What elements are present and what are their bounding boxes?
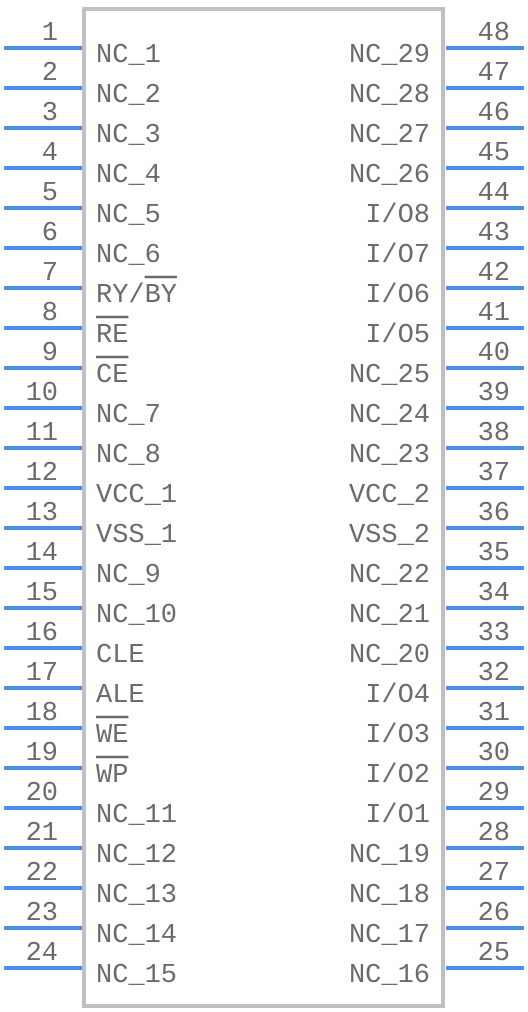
pin-name: NC_26 [349, 161, 430, 191]
pin-name: NC_6 [96, 241, 161, 271]
pin-name: NC_2 [96, 81, 161, 111]
pin-number: 28 [478, 819, 510, 849]
pin-number: 43 [478, 219, 510, 249]
pin-name: NC_16 [349, 961, 430, 991]
pin-name: NC_8 [96, 441, 161, 471]
pin-number: 33 [478, 619, 510, 649]
pin-name: CE [96, 361, 128, 391]
pin-number: 41 [478, 299, 510, 329]
pin-name: CLE [96, 641, 145, 671]
pin-number: 44 [478, 179, 510, 209]
pin-name: NC_12 [96, 841, 177, 871]
pin-number: 40 [478, 339, 510, 369]
pin-name: NC_24 [349, 401, 430, 431]
pin-number: 39 [478, 379, 510, 409]
pin-name: VCC_1 [96, 481, 177, 511]
pin-name: NC_4 [96, 161, 161, 191]
pin-number: 31 [478, 699, 510, 729]
pin-number: 20 [26, 779, 58, 809]
pin-name: NC_22 [349, 561, 430, 591]
pin-number: 10 [26, 379, 58, 409]
pin-number: 48 [478, 19, 510, 49]
pin-number: 26 [478, 899, 510, 929]
pin-name: I/O8 [365, 201, 430, 231]
pin-number: 27 [478, 859, 510, 889]
pin-number: 29 [478, 779, 510, 809]
pin-name: NC_10 [96, 601, 177, 631]
pin-name: NC_7 [96, 401, 161, 431]
pin-name: NC_19 [349, 841, 430, 871]
pin-number: 2 [42, 59, 58, 89]
pin-name: NC_27 [349, 121, 430, 151]
pin-name: NC_9 [96, 561, 161, 591]
pin-name: I/O7 [365, 241, 430, 271]
pin-number: 35 [478, 539, 510, 569]
pin-name: ALE [96, 681, 145, 711]
pin-name: VSS_1 [96, 521, 177, 551]
pin-number: 23 [26, 899, 58, 929]
pin-number: 24 [26, 939, 58, 969]
pin-number: 12 [26, 459, 58, 489]
pin-name: NC_23 [349, 441, 430, 471]
pin-number: 17 [26, 659, 58, 689]
pin-number: 4 [42, 139, 58, 169]
pin-name: WP [96, 761, 128, 791]
pin-name: NC_11 [96, 801, 177, 831]
pin-name: I/O6 [365, 281, 430, 311]
pin-name: I/O5 [365, 321, 430, 351]
pin-name: RE [96, 321, 128, 351]
pin-number: 15 [26, 579, 58, 609]
pin-name: NC_20 [349, 641, 430, 671]
pin-number: 38 [478, 419, 510, 449]
pin-number: 36 [478, 499, 510, 529]
ic-schematic-symbol: 1NC_12NC_23NC_34NC_45NC_56NC_67RY/BY8RE9… [4, 7, 524, 1008]
pin-name: NC_21 [349, 601, 430, 631]
pin-name: NC_28 [349, 81, 430, 111]
pin-number: 14 [26, 539, 58, 569]
pin-number: 7 [42, 259, 58, 289]
pin-number: 37 [478, 459, 510, 489]
pin-name: I/O1 [365, 801, 430, 831]
pin-name: NC_13 [96, 881, 177, 911]
pin-number: 42 [478, 259, 510, 289]
pin-name: I/O3 [365, 721, 430, 751]
pin-number: 9 [42, 339, 58, 369]
pin-number: 30 [478, 739, 510, 769]
pin-name: NC_14 [96, 921, 177, 951]
pin-name: WE [96, 721, 128, 751]
pin-number: 18 [26, 699, 58, 729]
pin-number: 16 [26, 619, 58, 649]
pin-name: NC_15 [96, 961, 177, 991]
pin-number: 11 [26, 419, 58, 449]
pin-name: NC_18 [349, 881, 430, 911]
pin-number: 46 [478, 99, 510, 129]
pin-number: 5 [42, 179, 58, 209]
pin-number: 47 [478, 59, 510, 89]
pin-number: 34 [478, 579, 510, 609]
pin-name: NC_29 [349, 41, 430, 71]
pin-name: NC_17 [349, 921, 430, 951]
pin-number: 13 [26, 499, 58, 529]
pin-number: 3 [42, 99, 58, 129]
pin-number: 6 [42, 219, 58, 249]
pin-number: 25 [478, 939, 510, 969]
pin-name: NC_3 [96, 121, 161, 151]
pin-number: 45 [478, 139, 510, 169]
pin-name: RY/BY [96, 281, 177, 311]
pin-name: I/O4 [365, 681, 430, 711]
pin-number: 8 [42, 299, 58, 329]
pin-name: NC_5 [96, 201, 161, 231]
pin-number: 21 [26, 819, 58, 849]
pin-number: 1 [42, 19, 58, 49]
pin-number: 32 [478, 659, 510, 689]
pin-name: NC_1 [96, 41, 161, 71]
pin-name: VCC_2 [349, 481, 430, 511]
pin-name: I/O2 [365, 761, 430, 791]
pin-name: VSS_2 [349, 521, 430, 551]
pin-number: 19 [26, 739, 58, 769]
pin-number: 22 [26, 859, 58, 889]
pin-name: NC_25 [349, 361, 430, 391]
